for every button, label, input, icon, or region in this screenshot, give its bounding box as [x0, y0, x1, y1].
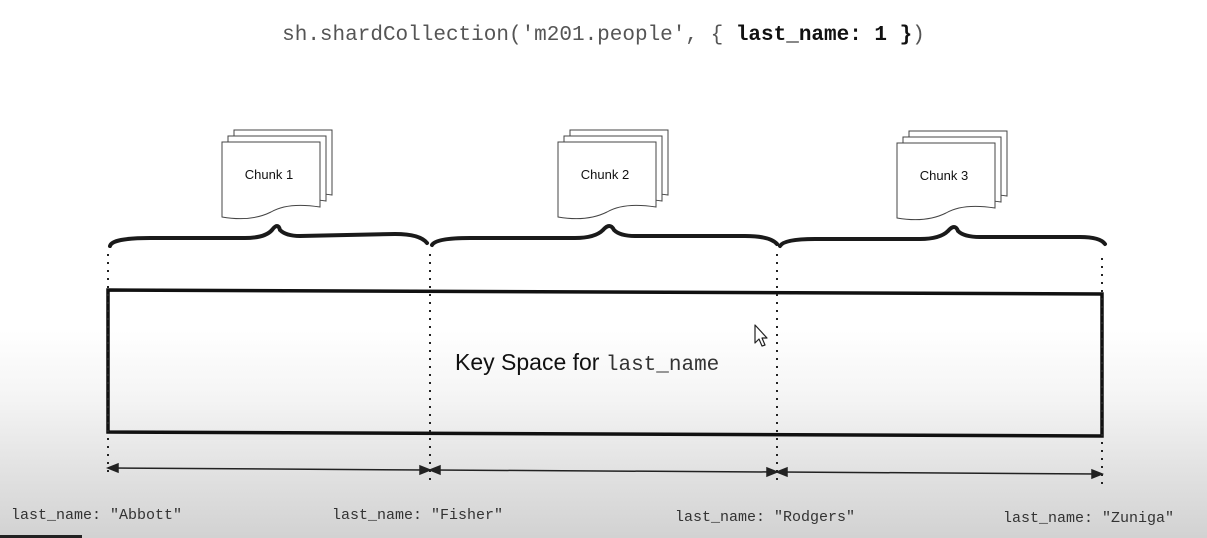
- boundary-label-fisher: last_name: "Fisher": [332, 507, 504, 524]
- mouse-cursor-icon: [754, 324, 768, 347]
- boundary-label-rodgers: last_name: "Rodgers": [675, 509, 856, 526]
- boundary-label-abbott: last_name: "Abbott": [11, 507, 183, 524]
- range-arrow-chunk-1: [105, 462, 433, 476]
- key-space-diagram: [105, 129, 1107, 484]
- chunk-3-label: Chunk 3: [919, 168, 969, 183]
- key-space-label: Key Space for last_name: [455, 349, 719, 377]
- chunk-3-brace: [778, 225, 1107, 248]
- range-arrow-chunk-2: [427, 464, 780, 478]
- chunk-1-brace: [108, 224, 429, 248]
- key-space-field: last_name: [605, 354, 720, 377]
- key-space-label-text: Key Space for: [455, 349, 600, 375]
- chunk-1-label: Chunk 1: [244, 167, 294, 182]
- chunk-2-brace: [430, 224, 779, 247]
- boundary-label-zuniga: last_name: "Zuniga": [1003, 510, 1175, 527]
- chunk-2-label: Chunk 2: [580, 167, 630, 182]
- range-arrow-chunk-3: [774, 466, 1105, 480]
